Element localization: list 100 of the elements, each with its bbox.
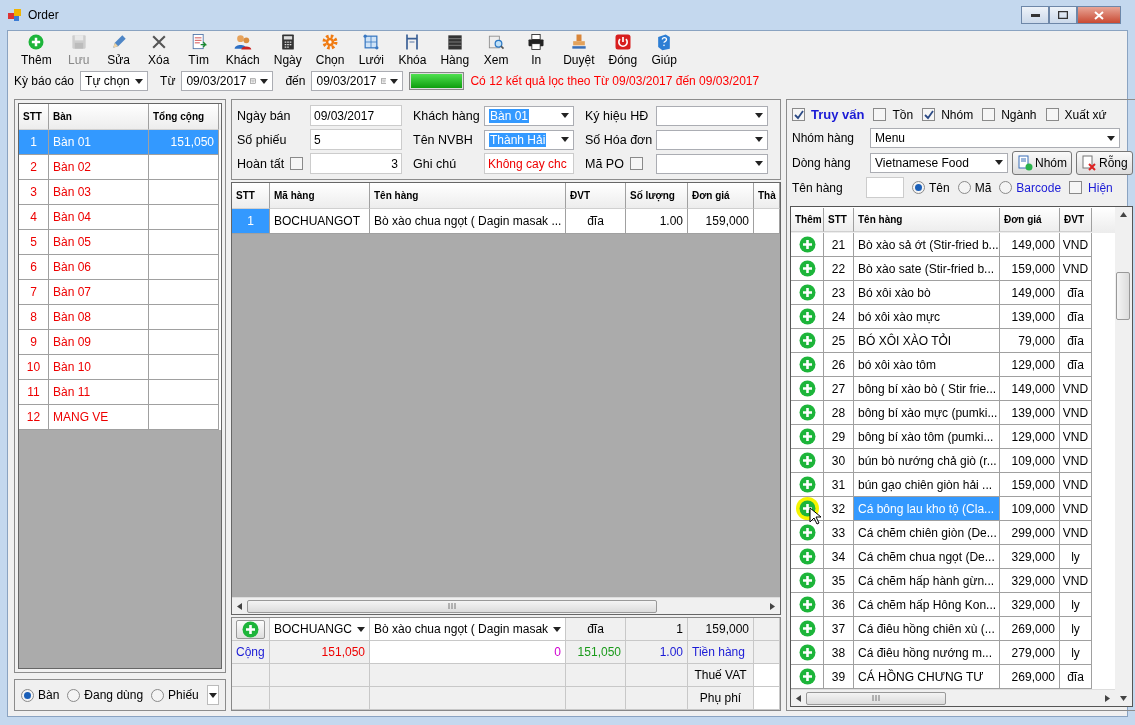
count-field[interactable]: 3 <box>310 153 402 174</box>
document-add-icon <box>1017 154 1033 171</box>
status-message: Có 12 kết quả lọc theo Từ 09/03/2017 đến 09/03/2017 <box>470 74 760 88</box>
date-picker[interactable]: 09/03/2017 <box>311 71 404 91</box>
toolbar-button[interactable]: Chọn <box>308 32 352 67</box>
minimize-button[interactable] <box>1021 6 1049 24</box>
toolbar-button[interactable]: Khóa <box>391 32 434 67</box>
table-cell[interactable]: MANG VE <box>49 405 149 430</box>
field-label: Mã PO <box>585 156 624 171</box>
toolbar-button[interactable]: Tìm <box>178 32 219 67</box>
plus-icon <box>242 620 259 638</box>
filter-checkbox[interactable]: Truy vấn <box>792 107 865 123</box>
line-dropdown[interactable]: Vietnamese Food <box>870 152 1008 173</box>
scroll-arrow-icon[interactable] <box>769 602 776 610</box>
radio-option[interactable]: Phiếu <box>151 688 199 702</box>
checkbox[interactable] <box>982 108 996 122</box>
scroll-thumb[interactable] <box>806 691 946 705</box>
radio-button[interactable] <box>67 688 81 702</box>
toolbar-button[interactable]: Giúp <box>644 32 685 67</box>
horizontal-scrollbar[interactable] <box>232 597 780 614</box>
table-cell: 151,050 <box>149 130 219 155</box>
radio-button[interactable] <box>151 688 165 702</box>
dropdown-caret-icon <box>357 626 365 632</box>
checkbox[interactable] <box>290 157 304 170</box>
radio-option[interactable]: Barcode <box>999 180 1062 195</box>
toolbar-button[interactable]: Ngày <box>266 32 309 67</box>
field-label: đến <box>285 74 306 88</box>
horizontal-scrollbar[interactable] <box>791 689 1115 706</box>
plus-icon <box>798 260 816 277</box>
clear-button[interactable]: Rỗng <box>1076 150 1133 175</box>
scroll-arrow-icon[interactable] <box>1119 211 1127 218</box>
filter-checkbox[interactable]: Ngành <box>982 107 1037 122</box>
checkbox[interactable] <box>922 108 936 122</box>
show-checkbox[interactable]: Hiện <box>1069 180 1113 195</box>
amount-field[interactable] <box>754 664 780 687</box>
plus-icon <box>798 548 816 565</box>
scroll-thumb[interactable] <box>1116 272 1131 320</box>
checkbox-label: Tồn <box>892 107 914 122</box>
dropdown-caret-icon <box>755 161 763 166</box>
checkbox[interactable] <box>873 108 887 122</box>
add-button[interactable] <box>236 619 265 639</box>
radio-button[interactable] <box>912 181 925 195</box>
code-dropdown[interactable]: BOCHUANGC <box>270 618 370 641</box>
dropdown-caret-icon <box>1107 135 1115 141</box>
toolbar-button[interactable]: Thêm <box>14 32 59 67</box>
toolbar-button[interactable]: Duyệt <box>556 32 602 67</box>
name-dropdown[interactable]: Bò xào chua ngọt ( Dagin masak <box>370 618 566 641</box>
field-label: Tên NVBH <box>412 132 474 147</box>
checkbox[interactable] <box>1045 108 1059 122</box>
number-field[interactable]: 5 <box>310 129 402 150</box>
radio-button[interactable] <box>999 181 1013 195</box>
close-button[interactable] <box>1077 6 1121 24</box>
filter-checkbox[interactable]: Tồn <box>873 107 914 122</box>
group-dropdown[interactable]: Menu <box>870 128 1120 149</box>
radio-button[interactable] <box>957 181 971 195</box>
date-field[interactable]: 09/03/2017 <box>310 105 402 126</box>
radio-option[interactable]: Tên <box>912 180 950 195</box>
checkbox[interactable] <box>629 157 643 170</box>
calendar-icon <box>250 75 257 87</box>
toolbar-button[interactable]: Đóng <box>601 32 645 67</box>
filter-checkbox[interactable]: Nhóm <box>922 107 974 122</box>
invoice-number-dropdown[interactable] <box>656 129 768 150</box>
checkbox[interactable] <box>792 108 805 122</box>
date-picker[interactable]: 09/03/2017 <box>181 71 274 91</box>
note-field[interactable]: Không cay chc <box>484 153 574 174</box>
group-button[interactable]: Nhóm <box>1012 150 1072 175</box>
invoice-symbol-dropdown[interactable] <box>656 105 768 126</box>
toolbar-button[interactable]: Khách <box>218 32 267 67</box>
scroll-arrow-icon[interactable] <box>236 602 243 610</box>
discount-field[interactable]: 0 <box>370 641 566 664</box>
toolbar-button[interactable]: Lưới <box>351 32 392 67</box>
toolbar-button[interactable]: Xóa <box>138 32 179 67</box>
dropdown-caret-icon <box>260 78 269 84</box>
filter-checkbox[interactable]: Xuất xứ <box>1045 107 1107 122</box>
amount-field[interactable] <box>754 687 780 710</box>
toolbar-button[interactable]: In <box>516 32 557 67</box>
scroll-arrow-icon[interactable] <box>795 694 802 702</box>
radio-option[interactable]: Đang dùng <box>67 688 144 702</box>
period-dropdown[interactable]: Tự chọn <box>80 71 149 91</box>
maximize-button[interactable] <box>1049 6 1077 24</box>
plus-icon <box>798 572 816 589</box>
plus-icon <box>798 308 816 325</box>
toolbar-button[interactable]: Hàng <box>433 32 477 67</box>
name-search-field[interactable] <box>866 177 904 199</box>
table-cell: 1 <box>232 209 270 234</box>
field-label: Từ <box>160 74 176 88</box>
toolbar-button[interactable]: Xem <box>476 32 517 67</box>
dropdown-caret-icon <box>755 137 763 142</box>
checkbox[interactable] <box>1069 181 1083 195</box>
dropdown-caret-icon <box>755 113 763 118</box>
dropdown-button[interactable] <box>206 685 219 705</box>
toolbar-button[interactable]: Sửa <box>98 32 139 67</box>
scroll-thumb[interactable] <box>247 599 657 613</box>
radio-button[interactable] <box>21 688 34 702</box>
plus-icon <box>798 404 816 421</box>
radio-option[interactable]: Bàn <box>21 688 60 702</box>
radio-option[interactable]: Mã <box>957 180 992 195</box>
radio-label: Mã <box>974 180 992 195</box>
column-header: ĐVT <box>1060 208 1092 232</box>
po-dropdown[interactable] <box>656 153 768 174</box>
